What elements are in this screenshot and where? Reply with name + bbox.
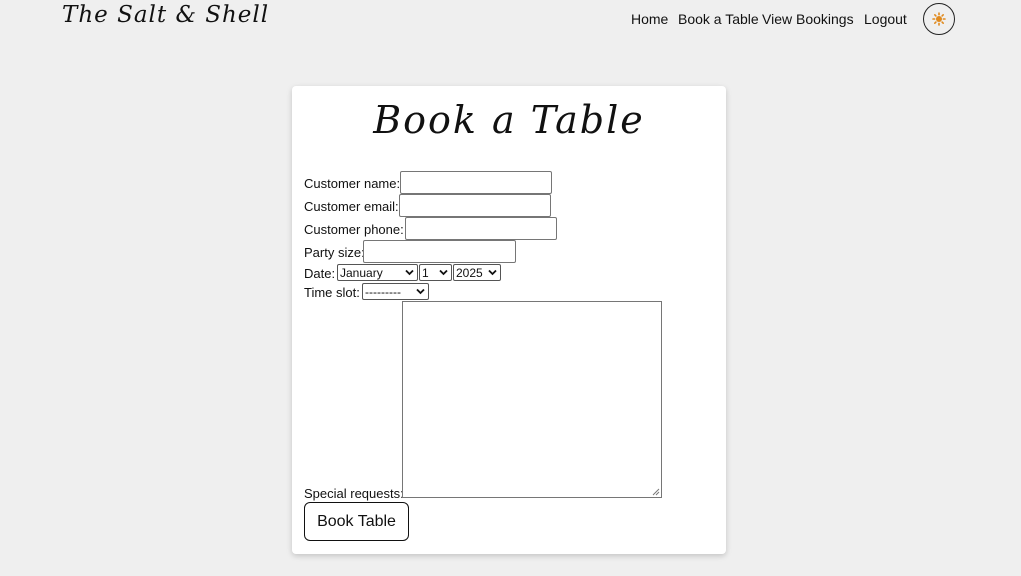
book-table-button[interactable]: Book Table xyxy=(304,502,409,541)
customer-email-input[interactable] xyxy=(399,194,551,217)
date-month-select[interactable]: January xyxy=(337,264,418,281)
theme-toggle-button[interactable] xyxy=(923,3,955,35)
page-title: Book a Table xyxy=(373,98,645,142)
date-year-value: 2025 xyxy=(456,265,483,280)
time-slot-label: Time slot: xyxy=(304,285,360,300)
chevron-down-icon xyxy=(439,269,448,276)
date-day-value: 1 xyxy=(422,265,429,280)
chevron-down-icon xyxy=(405,269,414,276)
time-slot-value: --------- xyxy=(365,284,401,299)
date-month-value: January xyxy=(340,265,383,280)
nav-view-bookings-link[interactable]: View Bookings xyxy=(762,11,854,27)
date-label: Date: xyxy=(304,266,336,281)
nav-home-link[interactable]: Home xyxy=(631,11,668,27)
resize-grip-icon[interactable] xyxy=(652,488,660,496)
customer-email-label: Customer email: xyxy=(304,199,399,214)
nav-logout-link[interactable]: Logout xyxy=(864,11,907,27)
customer-phone-input[interactable] xyxy=(405,217,557,240)
site-logo[interactable]: The Salt & Shell xyxy=(62,2,269,28)
chevron-down-icon xyxy=(488,269,497,276)
customer-name-label: Customer name: xyxy=(304,176,401,191)
customer-name-input[interactable] xyxy=(400,171,552,194)
special-requests-label: Special requests: xyxy=(304,486,404,501)
customer-phone-label: Customer phone: xyxy=(304,222,404,237)
sun-icon xyxy=(932,12,946,26)
booking-card: Book a Table Customer name: Customer ema… xyxy=(292,86,726,554)
party-size-input[interactable] xyxy=(363,240,516,263)
time-slot-select[interactable]: --------- xyxy=(362,283,429,300)
nav-book-table-link[interactable]: Book a Table xyxy=(678,11,759,27)
date-day-select[interactable]: 1 xyxy=(419,264,452,281)
special-requests-textarea[interactable] xyxy=(402,301,662,498)
chevron-down-icon xyxy=(416,288,425,295)
date-year-select[interactable]: 2025 xyxy=(453,264,501,281)
party-size-label: Party size: xyxy=(304,245,365,260)
